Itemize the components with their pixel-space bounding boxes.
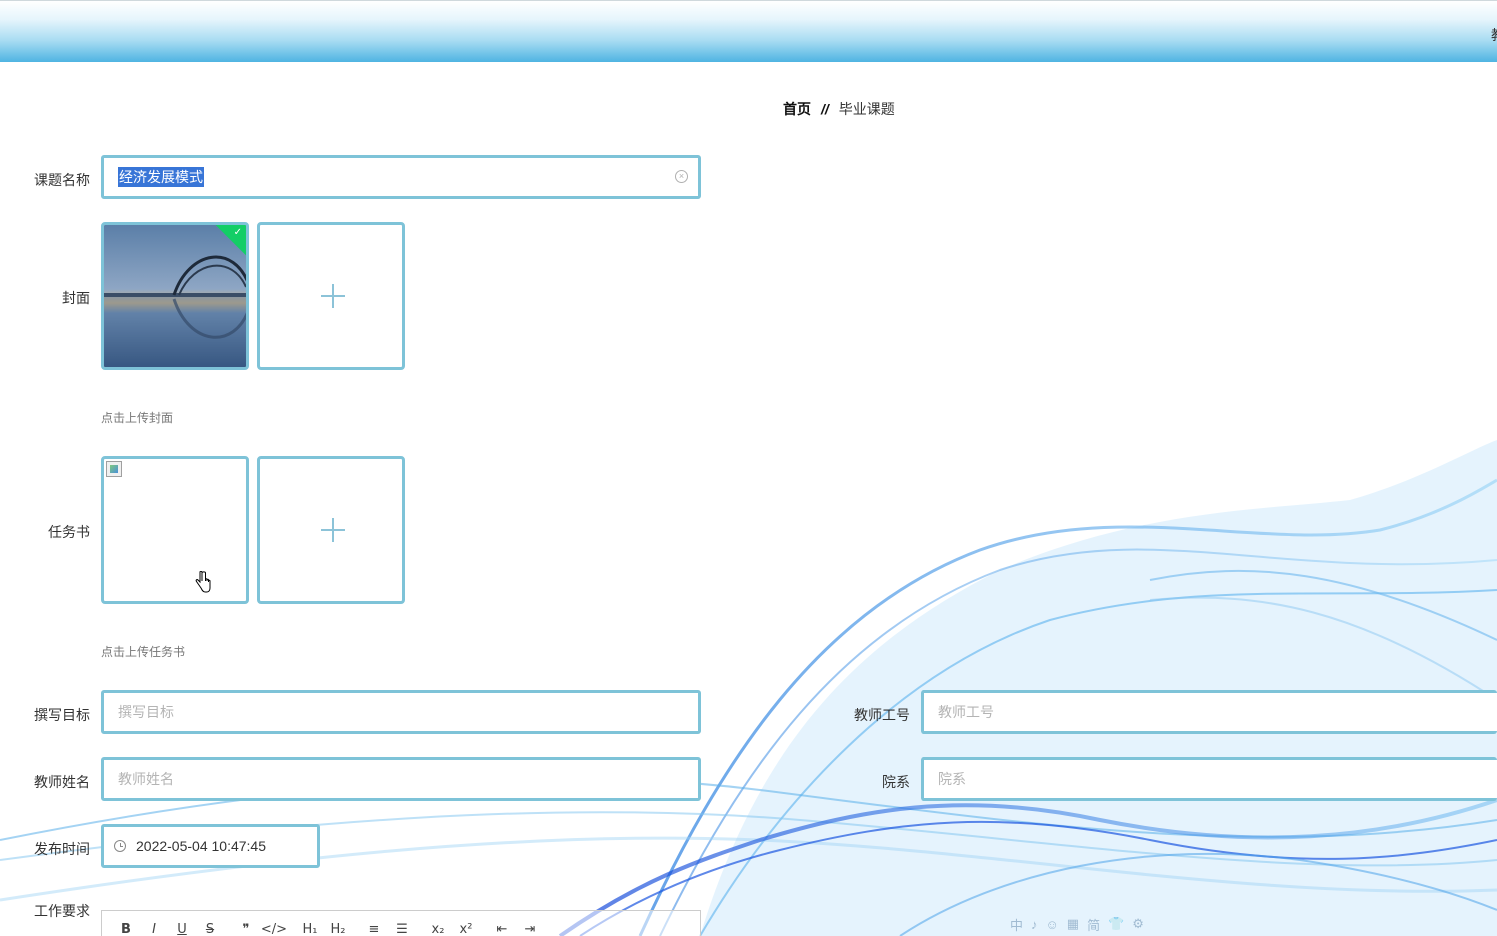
task-book-upload-hint: 点击上传任务书 xyxy=(101,645,186,659)
cover-photo-bridge xyxy=(104,225,246,367)
ime-settings-icon[interactable]: ⚙ xyxy=(1132,916,1144,932)
title-input-value[interactable]: 经济发展模式 xyxy=(118,167,204,187)
teacher-id-input[interactable] xyxy=(938,693,1483,731)
cover-image-thumbnail[interactable]: ✓ xyxy=(101,222,249,370)
bullet-list-button[interactable]: ☰ xyxy=(388,910,416,936)
breadcrumb-separator: // xyxy=(821,101,829,117)
broken-image-icon xyxy=(106,461,122,477)
ordered-list-button[interactable]: ≡ xyxy=(360,910,388,936)
underline-button[interactable]: U xyxy=(168,910,196,936)
ime-emoji-icon[interactable]: ☺ xyxy=(1046,917,1059,932)
heading1-button[interactable]: H₁ xyxy=(296,910,324,936)
cover-upload-button[interactable] xyxy=(257,222,405,370)
department-input[interactable] xyxy=(938,760,1483,798)
breadcrumb-current: 毕业课题 xyxy=(838,101,895,117)
header-edge-text: 教 xyxy=(1491,25,1497,45)
publish-time-value[interactable]: 2022-05-04 10:47:45 xyxy=(136,838,266,854)
superscript-button[interactable]: x² xyxy=(452,910,480,936)
writing-goal-input[interactable] xyxy=(118,693,684,731)
bold-button[interactable]: B xyxy=(112,910,140,936)
title-label: 课题名称 xyxy=(34,172,90,188)
task-book-upload-button[interactable] xyxy=(257,456,405,604)
strikethrough-button[interactable]: S xyxy=(196,910,224,936)
ime-voice-icon[interactable]: ♪ xyxy=(1031,917,1038,932)
task-book-label: 任务书 xyxy=(48,524,90,540)
work-requirements-label: 工作要求 xyxy=(34,903,90,919)
teacher-id-field[interactable] xyxy=(921,690,1497,734)
department-field[interactable] xyxy=(921,757,1497,801)
teacher-name-input[interactable] xyxy=(118,760,684,798)
blockquote-button[interactable]: ❞ xyxy=(232,910,260,936)
hand-pointer-cursor-icon xyxy=(195,571,211,593)
clear-icon[interactable]: × xyxy=(675,170,688,183)
check-icon: ✓ xyxy=(233,227,242,238)
breadcrumb: 首页 // 毕业课题 xyxy=(783,99,895,119)
cover-label: 封面 xyxy=(62,290,90,306)
teacher-id-label: 教师工号 xyxy=(854,707,910,723)
ime-skin-icon[interactable]: 👕 xyxy=(1108,916,1124,932)
teacher-name-field[interactable] xyxy=(101,757,701,801)
outdent-button[interactable]: ⇤ xyxy=(488,910,516,936)
ime-chinese-toggle[interactable]: 中 xyxy=(1010,915,1023,934)
writing-goal-field[interactable] xyxy=(101,690,701,734)
publish-time-picker[interactable]: 2022-05-04 10:47:45 xyxy=(101,824,320,868)
department-label: 院系 xyxy=(882,774,910,790)
code-block-button[interactable]: </> xyxy=(260,910,288,936)
task-book-thumbnail[interactable] xyxy=(101,456,249,604)
clock-icon xyxy=(114,840,126,852)
ime-toolbar: 中 ♪ ☺ ▦ 简 👕 ⚙ xyxy=(1010,912,1220,936)
rich-text-editor-toolbar: B I U S ❞ </> H₁ H₂ ≡ ☰ x₂ x² ⇤ ⇥ xyxy=(101,910,701,936)
cover-upload-hint: 点击上传封面 xyxy=(101,411,174,425)
italic-button[interactable]: I xyxy=(140,910,168,936)
title-field[interactable]: 经济发展模式 × xyxy=(101,155,701,199)
heading2-button[interactable]: H₂ xyxy=(324,910,352,936)
ime-keyboard-icon[interactable]: ▦ xyxy=(1067,916,1079,932)
top-header-bar: 教 xyxy=(0,0,1497,62)
subscript-button[interactable]: x₂ xyxy=(424,910,452,936)
breadcrumb-home[interactable]: 首页 xyxy=(783,99,811,119)
writing-goal-label: 撰写目标 xyxy=(34,707,90,723)
ime-simplified-toggle[interactable]: 简 xyxy=(1087,915,1100,934)
indent-button[interactable]: ⇥ xyxy=(516,910,544,936)
teacher-name-label: 教师姓名 xyxy=(34,774,90,790)
publish-time-label: 发布时间 xyxy=(34,841,90,857)
